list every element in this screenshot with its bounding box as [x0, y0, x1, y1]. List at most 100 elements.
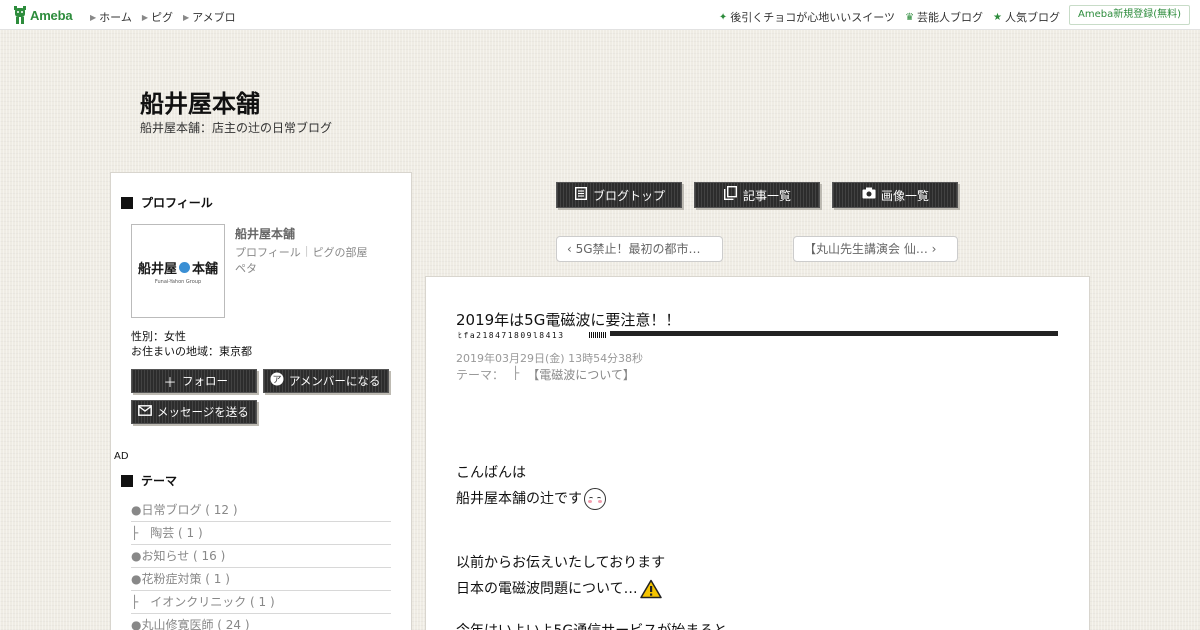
svg-text:ア: ア: [272, 376, 281, 386]
star-icon: ★: [993, 11, 1002, 23]
body-line: 今年はいよいよ5G通信サービスが始まると: [456, 618, 727, 630]
article-stamp: ﾋfa218471809l8413: [458, 331, 565, 340]
next-entry-label: 【丸山先生講演会 仙…: [804, 242, 928, 256]
promo-sweets-label: 後引くチョコが心地いいスイーツ: [730, 11, 896, 24]
image-list-button[interactable]: 画像一覧: [832, 182, 958, 208]
popular-blog-label: 人気ブログ: [1005, 11, 1060, 24]
amember-icon: ア: [269, 372, 285, 390]
amember-button-label: アメンバーになる: [289, 374, 381, 388]
message-button[interactable]: メッセージを送る: [131, 400, 257, 424]
global-header: Ameba ▶ ホーム ▶ ピグ ▶ アメブロ ✦ 後引くチョコが心地いいスイーツ ♛ 芸…: [0, 0, 1200, 30]
square-bullet-icon: [121, 474, 133, 487]
avatar-logo-right: 本舗: [192, 261, 219, 277]
follow-button-label: フォロー: [182, 374, 228, 388]
barcode-decoration: [589, 332, 607, 338]
document-icon: [573, 186, 589, 204]
chevron-left-icon: ‹: [567, 242, 576, 256]
ameba-logo[interactable]: Ameba: [13, 6, 73, 24]
chevron-right-icon: ▶: [182, 12, 190, 22]
theme-item[interactable]: ├ イオンクリニック ( 1 ): [131, 591, 391, 614]
body-line: 船井屋本舗の辻です: [456, 486, 727, 512]
pig-room-link[interactable]: ピグの部屋: [313, 244, 368, 260]
avatar-logo-subtext: Funai-Yahon Group: [154, 278, 202, 285]
theme-item[interactable]: ●花粉症対策 ( 1 ): [131, 568, 391, 591]
celebrity-blog-link[interactable]: ♛ 芸能人ブログ: [905, 9, 983, 25]
theme-heading: テーマ: [121, 472, 177, 489]
body-text: 船井屋本舗の辻です: [456, 491, 582, 507]
article-theme: テーマ： ├ 【電磁波について】: [456, 366, 635, 383]
body-text: 日本の電磁波問題について…: [456, 581, 638, 597]
theme-list: ●日常ブログ ( 12 ) ├ 陶芸 ( 1 ) ●お知らせ ( 16 ) ●花…: [131, 499, 391, 630]
prev-entry-label: 5G禁止！最初の都市…: [575, 242, 701, 256]
next-entry-link[interactable]: 【丸山先生講演会 仙… ›: [793, 236, 958, 262]
chevron-right-icon: ▶: [141, 12, 148, 22]
body-text: こんばんは: [456, 465, 526, 481]
profile-gender: 性別：女性: [131, 330, 186, 343]
warning-icon: [639, 579, 662, 599]
blog-subtitle: 船井屋本舗：店主の辻の日常ブログ: [140, 121, 333, 135]
profile-heading: プロフィール: [121, 194, 213, 211]
entry-list-button[interactable]: 記事一覧: [694, 182, 820, 208]
sidebar: プロフィール 船井屋 本舗 Funai-Yahon Group 船井屋本舗 プロ…: [110, 172, 412, 630]
body-line: 以前からお伝えいたしております: [456, 550, 727, 576]
profile-name[interactable]: 船井屋本舗: [235, 225, 295, 242]
plus-icon: ＋: [163, 375, 177, 391]
theme-item[interactable]: ●日常ブログ ( 12 ): [131, 499, 391, 522]
article-theme-separator: ├: [512, 366, 520, 380]
nav-home-label: ホーム: [99, 11, 132, 24]
prev-entry-link[interactable]: ‹ 5G禁止！最初の都市…: [556, 236, 723, 262]
ad-label: AD: [114, 451, 129, 462]
body-text: 今年はいよいよ5G通信サービスが始まると: [456, 618, 727, 630]
profile-link[interactable]: プロフィール: [235, 244, 301, 260]
chevron-right-icon: ›: [927, 242, 937, 256]
theme-item[interactable]: ├ 陶芸 ( 1 ): [131, 522, 391, 545]
theme-item[interactable]: ●丸山修寛医師 ( 24 ): [131, 614, 391, 630]
ameba-logo-text: Ameba: [30, 7, 73, 23]
blog-title[interactable]: 船井屋本舗: [140, 84, 260, 119]
title-divider: [610, 331, 1058, 336]
follow-button[interactable]: ＋ フォロー: [131, 369, 257, 393]
entry-list-label: 記事一覧: [742, 188, 791, 203]
popular-blog-link[interactable]: ★ 人気ブログ: [993, 9, 1060, 25]
profile-links: プロフィール | ピグの部屋: [235, 244, 368, 260]
nav-home[interactable]: ▶ ホーム: [90, 9, 132, 25]
profile-area: お住まいの地域：東京都: [131, 345, 252, 358]
peta-link[interactable]: ペタ: [235, 260, 257, 276]
image-list-label: 画像一覧: [880, 188, 929, 203]
article-date: 2019年03月29日(金) 13時54分38秒: [456, 352, 644, 365]
theme-heading-label: テーマ: [141, 474, 178, 488]
article: 2019年は5G電磁波に要注意！！ ﾋfa218471809l8413 2019…: [425, 276, 1090, 630]
copy-pages-icon: [723, 185, 739, 204]
promo-sweets-link[interactable]: ✦ 後引くチョコが心地いいスイーツ: [719, 9, 895, 25]
amember-button[interactable]: ア アメンバーになる: [263, 369, 389, 393]
nav-ameblo[interactable]: ▶ アメブロ: [183, 9, 236, 25]
crown-icon: ♛: [905, 11, 915, 23]
body-line: 日本の電磁波問題について…: [456, 576, 727, 602]
blog-top-label: ブログトップ: [592, 188, 665, 203]
register-button[interactable]: Ameba新規登録(無料): [1068, 5, 1190, 25]
ameba-logo-icon: [14, 6, 26, 24]
avatar-logo: 船井屋 本舗: [138, 258, 218, 277]
globe-icon: [179, 261, 190, 273]
nav-pig[interactable]: ▶ ピグ: [142, 9, 173, 25]
chevron-right-icon: ▶: [90, 12, 97, 22]
theme-item[interactable]: ●お知らせ ( 16 ): [131, 545, 391, 568]
avatar-logo-left: 船井屋: [137, 261, 177, 277]
body-line: こんばんは: [456, 460, 727, 486]
article-title[interactable]: 2019年は5G電磁波に要注意！！: [456, 309, 680, 330]
sparkle-icon: ✦: [718, 11, 728, 23]
article-theme-label: テーマ：: [456, 368, 505, 382]
celebrity-blog-label: 芸能人ブログ: [917, 11, 984, 24]
avatar[interactable]: 船井屋 本舗 Funai-Yahon Group: [131, 224, 225, 318]
promo-nav: ✦ 後引くチョコが心地いいスイーツ ♛ 芸能人ブログ ★ 人気ブログ: [719, 9, 1060, 25]
article-body: こんばんは 船井屋本舗の辻です 以前からお伝えいたしております 日本の電磁波問題…: [456, 460, 727, 630]
camera-icon: [861, 187, 877, 203]
smile-emoji-icon: [584, 488, 606, 510]
mail-icon: [137, 404, 153, 420]
article-theme-link[interactable]: 【電磁波について】: [527, 366, 635, 383]
blog-top-button[interactable]: ブログトップ: [556, 182, 682, 208]
message-button-label: メッセージを送る: [157, 405, 249, 419]
profile-info: 性別：女性 お住まいの地域：東京都: [131, 329, 252, 359]
square-bullet-icon: [121, 196, 133, 209]
